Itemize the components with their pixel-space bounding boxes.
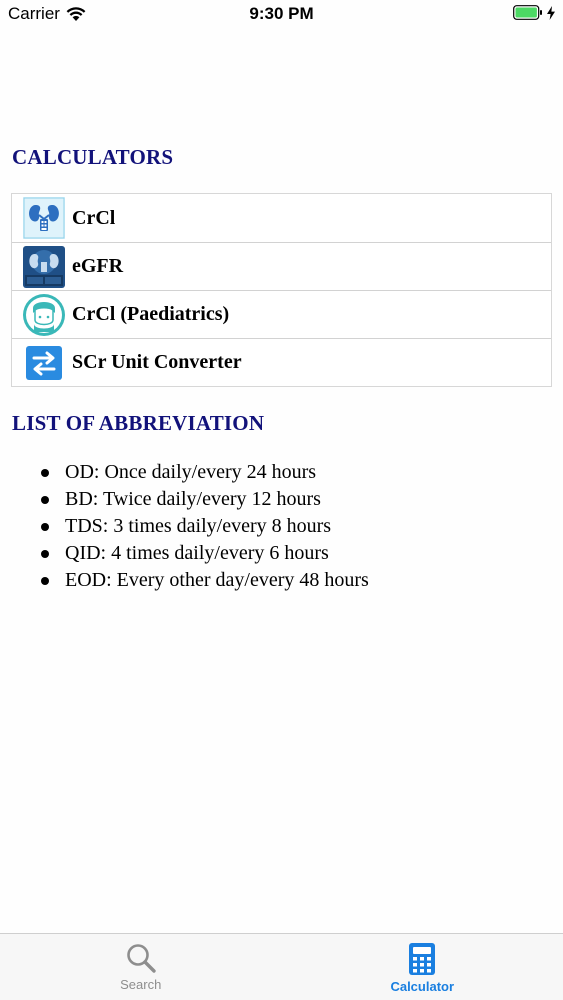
tab-bar: Search Calculator: [0, 933, 563, 1000]
battery-icon: [513, 5, 543, 20]
charging-bolt-icon: [547, 5, 555, 20]
list-item: EOD: Every other day/every 48 hours: [41, 567, 563, 594]
status-time: 9:30 PM: [249, 4, 314, 23]
tab-search[interactable]: Search: [0, 934, 282, 1000]
child-icon: [23, 293, 65, 336]
status-right-group: [513, 5, 555, 20]
tab-label: Search: [120, 977, 162, 992]
calculators-heading: CALCULATORS: [12, 145, 174, 169]
abbreviations-heading: LIST OF ABBREVIATION: [12, 411, 265, 435]
calculator-icon: [408, 942, 436, 976]
calculator-item-label: CrCl: [72, 206, 116, 229]
calculator-item-label: SCr Unit Converter: [72, 351, 242, 373]
calculator-item-crcl[interactable]: CrCl: [12, 194, 551, 242]
tab-label: Calculator: [390, 979, 455, 994]
swap-arrows-icon: [23, 342, 65, 384]
egfr-calc-icon: [23, 245, 65, 288]
search-icon: [125, 942, 157, 974]
calculator-item-crcl-paediatrics[interactable]: CrCl (Paediatrics): [12, 290, 551, 338]
list-item: TDS: 3 times daily/every 8 hours: [41, 513, 563, 540]
abbreviation-list: OD: Once daily/every 24 hours BD: Twice …: [0, 459, 563, 594]
list-item: BD: Twice daily/every 12 hours: [41, 486, 563, 513]
calculator-list: CrCl eGFR CrCl (Paediatrics) SCr Unit Co…: [11, 193, 552, 387]
calculator-item-egfr[interactable]: eGFR: [12, 242, 551, 290]
list-item: QID: 4 times daily/every 6 hours: [41, 540, 563, 567]
calculator-item-label: eGFR: [72, 255, 124, 277]
calculator-item-label: CrCl (Paediatrics): [72, 303, 230, 325]
kidney-icon: [23, 197, 65, 239]
calculator-item-scr-unit-converter[interactable]: SCr Unit Converter: [12, 338, 551, 386]
list-item: OD: Once daily/every 24 hours: [41, 459, 563, 486]
tab-calculator[interactable]: Calculator: [282, 934, 563, 1000]
status-bar: Carrier 9:30 PM: [0, 0, 563, 30]
